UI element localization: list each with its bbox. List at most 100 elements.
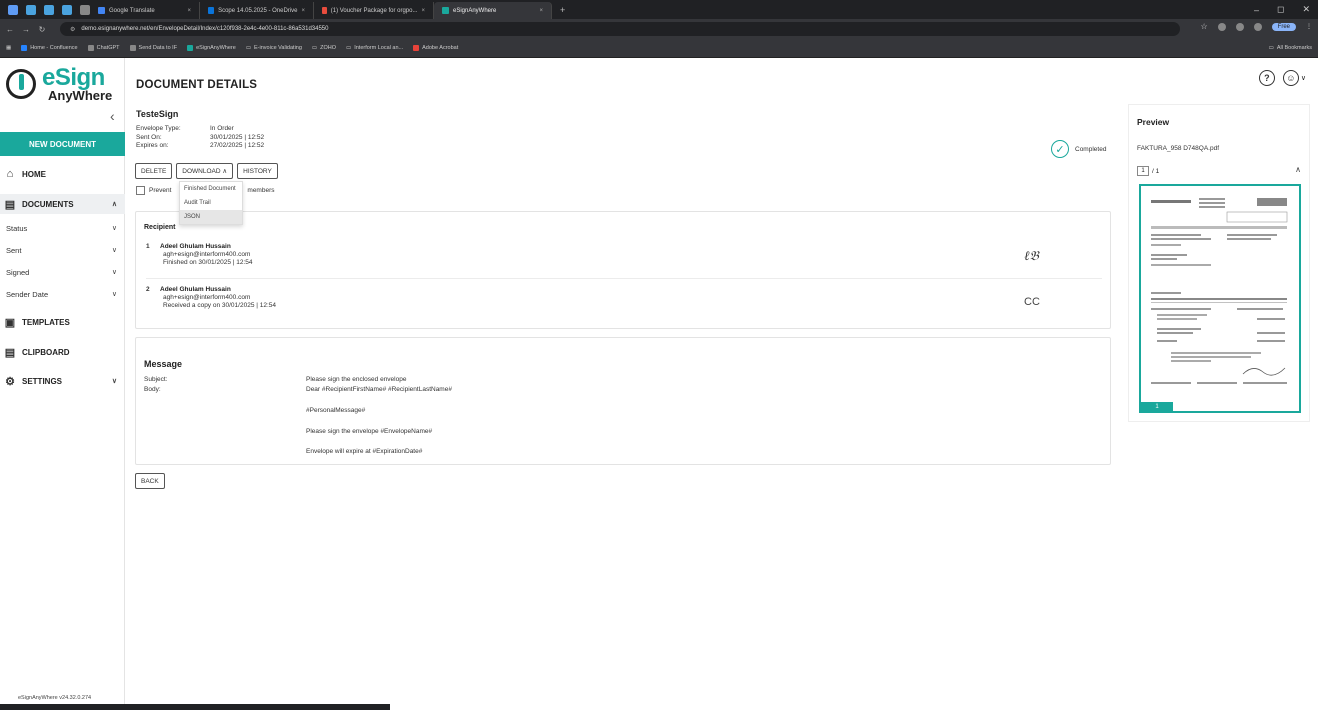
sidebar-item-home[interactable]: ⌂ HOME [0, 164, 125, 184]
esign-logo-icon [6, 69, 36, 99]
browser-tab-active[interactable]: eSignAnyWhere × [434, 2, 552, 19]
prevent-checkbox[interactable] [136, 186, 145, 195]
new-document-button[interactable]: NEW DOCUMENT [0, 132, 125, 156]
tab-favicon [98, 7, 105, 14]
bookmark-favicon [87, 45, 94, 51]
close-tab-icon[interactable]: × [421, 8, 425, 14]
history-button[interactable]: HISTORY [237, 163, 278, 179]
version-label: eSignAnyWhere v24.32.0.274 [18, 695, 92, 701]
back-button[interactable]: BACK [135, 473, 165, 489]
bookmark-item[interactable]: Home - Confluence [21, 45, 78, 51]
minimize-icon[interactable]: – [1254, 5, 1259, 15]
collapse-sidebar-icon[interactable]: ‹ [110, 108, 115, 124]
sidebar-subitem-sent[interactable]: Sent ∨ [0, 241, 125, 259]
body-line: Dear #RecipientFirstName# #RecipientLast… [306, 386, 452, 393]
browser-tab[interactable]: Google Translate × [90, 2, 200, 19]
window-controls: – ◻ ✕ [1254, 0, 1310, 19]
chevron-up-icon: ∧ [111, 201, 117, 208]
all-bookmarks[interactable]: ▭ All Bookmarks [1269, 45, 1312, 51]
close-tab-icon[interactable]: × [301, 8, 305, 14]
invoice-page-image [1147, 192, 1293, 392]
thumbnail-page-number: 1 [1141, 402, 1173, 411]
close-window-icon[interactable]: ✕ [1302, 4, 1310, 15]
logo-text-esign: eSign [42, 64, 105, 91]
close-tab-icon[interactable]: × [539, 8, 543, 14]
download-json[interactable]: JSON [180, 210, 242, 224]
sidebar-subitem-sender-date[interactable]: Sender Date ∨ [0, 285, 125, 303]
download-audit-trail[interactable]: Audit Trail [180, 196, 242, 210]
page-pager: 1 / 1 [1137, 166, 1159, 176]
clipboard-icon: ▤ [4, 346, 16, 359]
maximize-icon[interactable]: ◻ [1277, 4, 1284, 15]
page-count: / 1 [1152, 167, 1160, 175]
esign-logo[interactable]: eSign AnyWhere [6, 66, 118, 102]
sidebar-item-documents[interactable]: ▤ DOCUMENTS ∧ [0, 194, 125, 214]
subject-value: Please sign the enclosed envelope [306, 376, 407, 383]
bookmark-folder[interactable]: ▭ E-invoice Validating [246, 45, 302, 51]
browser-status-bar [0, 704, 390, 710]
pinned-tab-icon[interactable] [44, 4, 54, 15]
download-dropdown: Finished Document Audit Trail JSON [179, 181, 243, 225]
recipient-item: 2 Adeel Ghulam Hussain agh+esign@interfor… [146, 286, 276, 309]
chevron-down-icon: ∨ [111, 225, 117, 232]
profile-icon[interactable] [1253, 22, 1262, 31]
folder-icon: ▭ [346, 45, 352, 51]
sidebar-item-templates[interactable]: ▣ TEMPLATES [0, 312, 125, 332]
meta-row-type: Envelope Type: In Order [136, 125, 234, 132]
sidebar-item-clipboard[interactable]: ▤ CLIPBOARD [0, 342, 125, 362]
chevron-up-icon[interactable]: ∧ [1295, 165, 1301, 174]
browser-menu-dots-icon[interactable]: ⋮ [1306, 23, 1312, 30]
sidebar-subitem-status[interactable]: Status ∨ [0, 219, 125, 237]
pinned-tab-icon[interactable] [80, 4, 90, 15]
download-button[interactable]: DOWNLOAD ∧ [176, 163, 234, 179]
document-thumbnail[interactable]: 1 [1139, 184, 1301, 413]
free-button[interactable]: Free [1271, 22, 1296, 31]
browser-tab[interactable]: Scope 14.05.2025 - OneDrive × [200, 2, 314, 19]
tab-favicon [322, 7, 327, 14]
toolbar-right: ☆ Free ⋮ [1200, 22, 1312, 31]
action-buttons: DELETE DOWNLOAD ∧ HISTORY [135, 163, 278, 179]
chevron-down-icon: ∨ [111, 291, 117, 298]
bookmark-item[interactable]: Send Data to IF [129, 45, 177, 51]
browser-tab[interactable]: (1) Voucher Package for orgpo... × [314, 2, 434, 19]
bookmark-item[interactable]: eSignAnyWhere [187, 45, 236, 51]
body-line: Please sign the envelope #EnvelopeName# [306, 428, 433, 435]
delete-button[interactable]: DELETE [135, 163, 173, 179]
extensions-icon[interactable] [1217, 22, 1226, 31]
help-icon[interactable]: ? [1258, 70, 1275, 86]
chevron-down-icon[interactable]: ∨ [1301, 74, 1306, 82]
bookmark-item[interactable]: Adobe Acrobat [413, 45, 458, 51]
sidebar-item-settings[interactable]: ⚙ SETTINGS ∨ [0, 371, 125, 391]
user-avatar-icon[interactable]: ☺ [1282, 70, 1299, 86]
download-finished-document[interactable]: Finished Document [180, 182, 242, 196]
status-badge: ✓ Completed [1051, 140, 1106, 158]
preview-title: Preview [1137, 117, 1170, 127]
back-arrow-icon[interactable]: ← [4, 25, 16, 34]
divider [146, 278, 1102, 279]
download-icon[interactable] [1235, 22, 1244, 31]
url-input[interactable]: ⚙ demo.esignanywhere.net/en/EnvelopeDeta… [60, 22, 1180, 36]
preview-filename[interactable]: FAKTURA_958 D748QA.pdf [1137, 145, 1219, 152]
folder-icon: ▭ [311, 45, 318, 51]
reload-icon[interactable]: ↻ [36, 25, 48, 34]
bookmarks-bar: ▦ Home - Confluence ChatGPT Send Data to… [0, 39, 1318, 58]
sidebar-subitem-signed[interactable]: Signed ∨ [0, 263, 125, 281]
pinned-tab-icon[interactable] [62, 4, 72, 15]
header-icons: ? ☺ ∨ [1258, 70, 1306, 86]
pinned-tab-icon[interactable] [26, 4, 36, 15]
chevron-down-icon: ∨ [111, 247, 117, 254]
bookmark-favicon [187, 45, 194, 51]
forward-arrow-icon[interactable]: → [20, 25, 32, 34]
close-tab-icon[interactable]: × [187, 8, 191, 14]
new-tab-icon[interactable]: + [560, 5, 565, 15]
site-info-icon[interactable]: ⚙ [70, 26, 75, 33]
bookmark-folder[interactable]: ▭ Interform Local an... [346, 45, 403, 51]
bookmark-star-icon[interactable]: ☆ [1200, 22, 1207, 31]
bookmark-item[interactable]: ChatGPT [87, 45, 120, 51]
browser-menu-icon[interactable] [8, 4, 18, 15]
page-number-input[interactable]: 1 [1137, 166, 1149, 176]
bookmark-favicon [129, 45, 136, 51]
message-title: Message [144, 359, 183, 369]
apps-icon[interactable]: ▦ [6, 45, 11, 51]
bookmark-folder[interactable]: ▭ ZOHO [312, 45, 336, 51]
